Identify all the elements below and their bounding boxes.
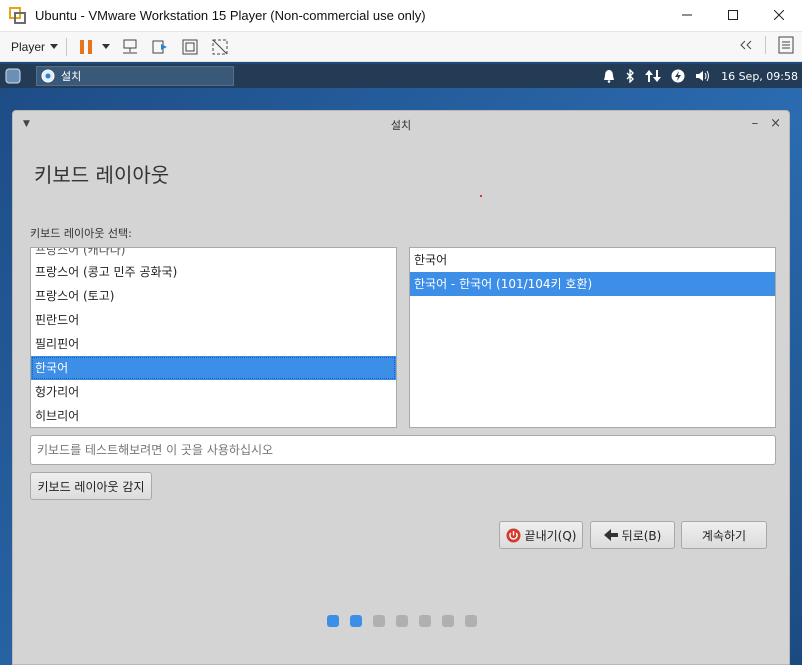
notes-icon[interactable] [778, 36, 794, 54]
toolbar-separator [66, 37, 68, 56]
variant-list-item[interactable]: 한국어 - 한국어 (101/104키 호환) [410, 272, 775, 296]
progress-dot [419, 615, 431, 627]
pause-button[interactable] [75, 36, 97, 58]
keyboard-test-input[interactable] [30, 435, 776, 465]
minimize-icon [682, 14, 692, 16]
page-title: 키보드 레이아웃 [34, 163, 170, 187]
installer-minimize-icon[interactable]: – [752, 116, 759, 131]
back-label: 뒤로(B) [621, 528, 662, 543]
close-button[interactable] [756, 0, 802, 30]
layout-list-item[interactable]: 필리핀어 [31, 332, 396, 356]
quit-label: 끝내기(Q) [524, 528, 577, 543]
layout-list-item[interactable]: 한국어 [31, 356, 396, 380]
back-button[interactable]: 뒤로(B) [590, 521, 675, 549]
layout-list-item[interactable]: 헝가리어 [31, 380, 396, 404]
network-arrows-icon[interactable] [645, 69, 662, 83]
toolbar-separator [765, 36, 766, 54]
progress-dot [350, 615, 362, 627]
layout-list-item[interactable]: 프랑스어 (토고) [31, 284, 396, 308]
power-icon[interactable] [671, 69, 685, 83]
pause-icon [80, 39, 93, 54]
close-icon [774, 10, 784, 20]
continue-button[interactable]: 계속하기 [681, 521, 767, 549]
fullscreen-button[interactable] [179, 36, 201, 58]
unity-icon [212, 39, 228, 54]
layout-list-item[interactable]: 프랑스어 (콩고 민주 공화국) [31, 260, 396, 284]
notification-bell-icon[interactable] [603, 69, 615, 83]
window-menu-icon[interactable]: ▼ [23, 119, 30, 129]
removable-devices-button[interactable] [149, 36, 171, 58]
installer-close-icon[interactable]: × [770, 116, 781, 131]
progress-dot [465, 615, 477, 627]
vmware-titlebar: Ubuntu - VMware Workstation 15 Player (N… [0, 0, 802, 32]
minimize-button[interactable] [664, 0, 710, 30]
vmware-window-title: Ubuntu - VMware Workstation 15 Player (N… [35, 8, 426, 23]
progress-dot [442, 615, 454, 627]
progress-dot [327, 615, 339, 627]
installer-titlebar: ▼ 설치 – × [13, 111, 789, 139]
installer-window: ▼ 설치 – × 키보드 레이아웃 키보드 레이아웃 선택: 프랑스어 (캐나다… [12, 110, 790, 665]
player-menu-label: Player [11, 39, 46, 54]
taskbar-item-label: 설치 [61, 70, 82, 83]
layout-select-label: 키보드 레이아웃 선택: [30, 227, 132, 240]
layout-list-item[interactable]: 핀란드어 [31, 308, 396, 332]
vmware-logo-icon [9, 6, 27, 25]
taskbar-item-installer[interactable]: 설치 [36, 66, 234, 86]
arrow-left-icon [603, 529, 618, 541]
maximize-icon [728, 10, 738, 20]
vmware-toolbar: Player [0, 32, 802, 62]
stray-dot [480, 195, 482, 197]
installer-icon [41, 69, 55, 83]
quit-button[interactable]: 끝내기(Q) [499, 521, 583, 549]
pause-dropdown-button[interactable] [101, 36, 111, 58]
app-menu-icon[interactable] [5, 68, 21, 84]
unity-button[interactable] [209, 36, 231, 58]
layout-list[interactable]: 프랑스어 (캐나다) 프랑스어 (콩고 민주 공화국) 프랑스어 (토고) 핀란드어 필… [30, 247, 397, 428]
progress-dots [327, 615, 477, 627]
detect-layout-button[interactable]: 키보드 레이아웃 감지 [30, 472, 152, 500]
progress-dot [396, 615, 408, 627]
device-arrow-icon [152, 40, 168, 53]
variant-list-item[interactable]: 한국어 [410, 248, 775, 272]
desktop-panel: 설치 16 Sep, 09:58 [0, 64, 802, 88]
continue-label: 계속하기 [701, 528, 747, 543]
network-computer-icon [123, 39, 138, 53]
variant-list[interactable]: 한국어 한국어 - 한국어 (101/104키 호환) [409, 247, 776, 428]
power-icon [506, 528, 521, 542]
maximize-button[interactable] [710, 0, 756, 30]
layout-list-item[interactable]: 프랑스어 (캐나다) [31, 248, 396, 260]
layout-list-item[interactable]: 히브리어 [31, 404, 396, 427]
volume-icon[interactable] [695, 69, 711, 83]
progress-dot [373, 615, 385, 627]
send-ctrl-alt-del-button[interactable] [119, 36, 141, 58]
fullscreen-icon [182, 39, 198, 54]
installer-window-title: 설치 [390, 119, 412, 132]
panel-clock[interactable]: 16 Sep, 09:58 [721, 70, 798, 83]
chevron-down-icon [102, 43, 111, 49]
player-menu[interactable]: Player [11, 39, 59, 54]
chevron-down-icon [50, 43, 59, 49]
double-chevron-left-icon[interactable] [739, 40, 753, 50]
detect-layout-label: 키보드 레이아웃 감지 [37, 479, 145, 494]
bluetooth-icon[interactable] [625, 69, 635, 83]
